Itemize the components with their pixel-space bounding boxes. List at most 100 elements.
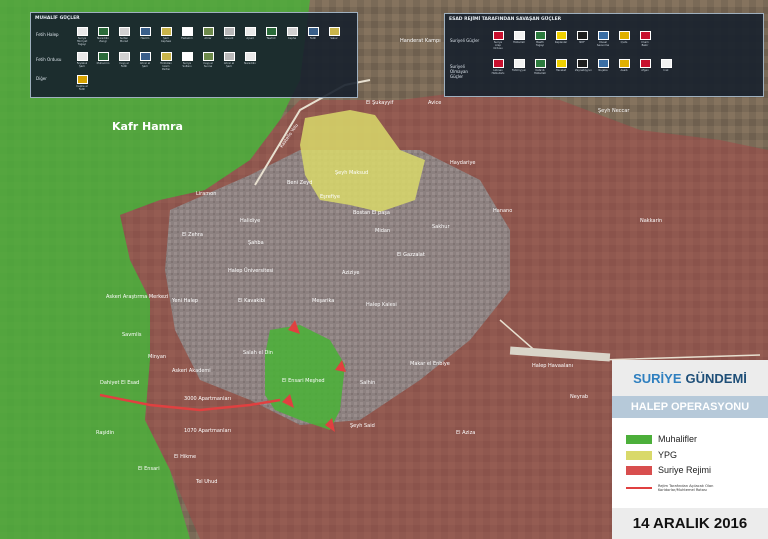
faction-emblem: Ajnad — [243, 27, 257, 40]
faction-flag-icon — [513, 59, 525, 68]
label-tel-uhud: Tel Uhud — [195, 479, 217, 485]
faction-emblem: Afgan — [638, 59, 652, 72]
label-halep-kalesi: Halep Kalesi — [366, 302, 397, 308]
faction-name: Sultan Murad — [119, 37, 129, 43]
label-3000-apartman: 3000 Apartmanları — [184, 396, 231, 402]
label-halep-uni: Halep Üniversitesi — [228, 267, 273, 274]
label-halep-havaalani: Halep Havaalanı — [532, 363, 573, 369]
faction-flag-icon — [118, 27, 130, 36]
faction-emblem: Nujaba — [596, 59, 610, 72]
faction-name: Harakat — [555, 69, 567, 72]
faction-emblem: Ahrar el Şam — [222, 52, 236, 68]
faction-name: Imam Bakır — [641, 41, 649, 47]
faction-emblem: Baath Tugayı — [533, 31, 547, 47]
faction-flag-icon — [555, 59, 567, 68]
faction-flag-icon — [76, 27, 88, 36]
label-yeni-halep: Yeni Halep — [171, 298, 198, 304]
label-salhin: Salhin — [360, 380, 375, 386]
faction-flag-icon — [76, 75, 88, 84]
faction-name: Suriye Hürriyet Tugayı — [76, 37, 88, 46]
label-makar-el-enbiye: Makar el Enbiye — [410, 361, 450, 367]
faction-name: Cephe — [287, 37, 297, 40]
faction-name: Ceyş el Fetih — [119, 62, 129, 68]
faction-emblem: Fastakim — [180, 27, 194, 40]
legend-opposition-label: Muhalifler — [658, 434, 698, 444]
faction-flag-icon — [597, 59, 609, 68]
faction-name: Ulusal Savunma — [596, 41, 610, 47]
label-el-hikme: El Hikme — [174, 454, 196, 460]
faction-name: Cephe el Fetih — [76, 85, 88, 91]
label-handerat: Handerat Kampı — [400, 38, 441, 44]
faction-name: Lübnan Hizbullahı — [491, 69, 505, 75]
map-stage: Kafr Hamra Handerat Kampı El Şukayyif Av… — [0, 0, 768, 539]
faction-emblem: Suriye Arap Ordusu — [491, 31, 505, 50]
operation-title: HALEP OPERASYONU — [612, 396, 768, 418]
faction-emblem: Nureddin — [243, 52, 257, 65]
faction-flag-icon — [492, 59, 504, 68]
faction-name: NDF — [579, 41, 585, 44]
faction-flag-icon — [639, 31, 651, 40]
faction-name: Suriye Sultanı — [182, 62, 192, 68]
label-seyh-neccar: Şeyh Neccar — [598, 108, 630, 114]
faction-emblem: Kata'ib Hizbullah — [533, 59, 547, 75]
label-esrefiye: Eşrefiye — [320, 194, 340, 200]
faction-flag-icon — [118, 52, 130, 61]
faction-flag-icon — [76, 52, 88, 61]
faction-name: Feylakul Şam — [76, 62, 88, 68]
faction-emblem: Kaplanlar — [554, 31, 568, 44]
legend-route-label: Rejim Tarafından Açılacak Olan Koridorla… — [658, 484, 714, 492]
faction-name: Ceyş el Sunna — [203, 62, 213, 68]
faction-emblem: Cephe — [285, 27, 299, 40]
legend-ypg-label: YPG — [658, 450, 678, 460]
faction-name: Afgan — [641, 69, 649, 72]
faction-name: Ahrar el Şam — [223, 62, 235, 68]
label-neyrab: Neyrab — [570, 394, 588, 400]
group-suriyeli: Suriyeli Güçler — [450, 38, 480, 43]
faction-emblem: Ceyş el Sunna — [201, 52, 215, 68]
label-seyh-maksud: Şeyh Maksud — [335, 170, 368, 176]
group-fetih-ordusu: Fetih Ordusu — [36, 57, 62, 62]
faction-flag-icon — [576, 59, 588, 68]
faction-emblem: Suriye Hürriyet Tugayı — [75, 27, 89, 46]
map-date: 14 ARALIK 2016 — [612, 508, 768, 539]
label-el-kavakibi: El Kavakibi — [238, 298, 265, 304]
faction-name: Hizbullah — [513, 41, 525, 44]
faction-name: Muhacirin — [96, 62, 110, 65]
label-sahba: Şahba — [248, 240, 264, 246]
faction-emblem: Irak — [659, 59, 673, 72]
faction-emblem: Muhacirin — [96, 52, 110, 65]
faction-name: Nureddin — [244, 62, 256, 65]
legend-ypg: YPG — [626, 450, 677, 460]
faction-flag-icon — [202, 27, 214, 36]
faction-flag-icon — [534, 59, 546, 68]
brand-suriye: SURİYE — [633, 370, 682, 386]
faction-flag-icon — [139, 27, 151, 36]
faction-emblem: Hazzm — [138, 27, 152, 40]
label-aziziye: Aziziye — [342, 270, 359, 276]
label-el-zehra: El Zehra — [182, 232, 203, 238]
faction-name: Levant — [224, 37, 234, 40]
faction-flag-icon — [555, 31, 567, 40]
swatch-opposition — [626, 434, 652, 444]
label-el-ensari-meshed: El Ensari Meşhed — [282, 378, 325, 384]
faction-emblem: Türkistan Islam Partisi — [159, 52, 173, 71]
faction-flag-icon — [160, 27, 172, 36]
faction-emblem: Hizbullah — [512, 31, 526, 44]
label-salah-el-din: Salah el Din — [243, 350, 273, 356]
faction-emblem: Feylakul Şam — [75, 52, 89, 68]
faction-flag-icon — [97, 52, 109, 61]
faction-name: Sakur — [330, 37, 338, 40]
legend-opposition: Muhalifler — [626, 434, 697, 444]
faction-name: Şam Cephesi — [160, 37, 172, 43]
faction-name: Fetih — [309, 37, 317, 40]
legend-route: Rejim Tarafından Açılacak Olan Koridorla… — [626, 484, 738, 492]
faction-flag-icon — [244, 27, 256, 36]
faction-flag-icon — [492, 31, 504, 40]
faction-name: Nureddin Zengi — [97, 37, 109, 43]
faction-flag-icon — [265, 27, 277, 36]
faction-flag-icon — [618, 31, 630, 40]
label-rasidin: Raşidin — [96, 430, 114, 436]
label-1070-apartman: 1070 Apartmanları — [184, 428, 231, 434]
group-fetih-halep: Fetih Halep — [36, 32, 59, 37]
faction-name: Hazzm — [140, 37, 150, 40]
